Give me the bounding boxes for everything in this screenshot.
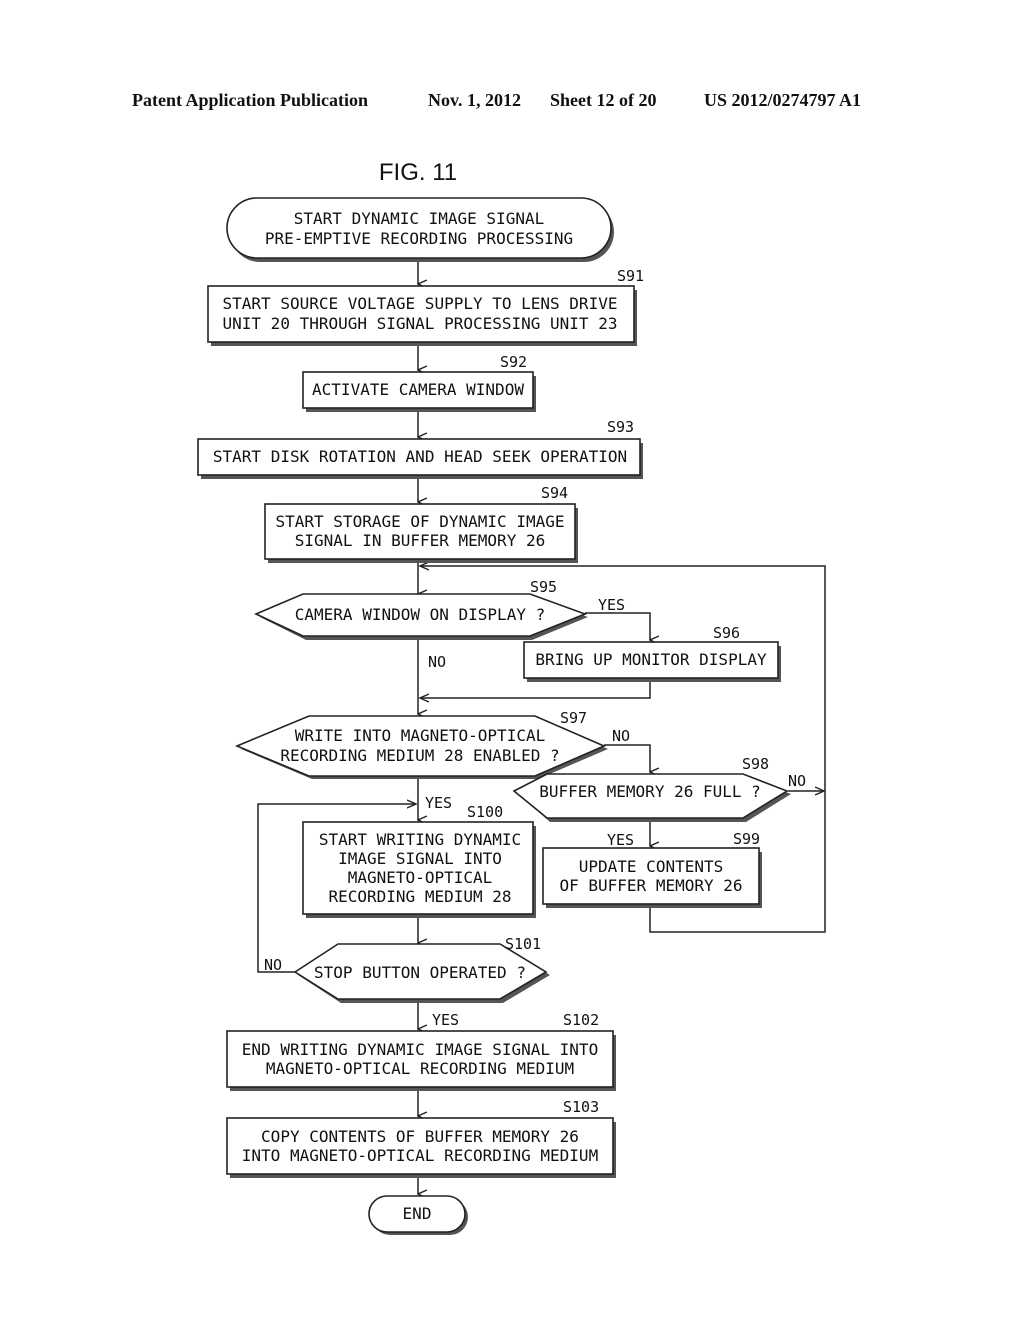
node-s91: S91 START SOURCE VOLTAGE SUPPLY TO LENS … (207, 267, 644, 346)
node-s99-line-2: OF BUFFER MEMORY 26 (559, 876, 742, 895)
flowchart: FIG. 11 START DYNAMIC IMAGE SIGNAL PRE-E… (197, 159, 826, 1235)
node-end-line-1: END (403, 1204, 432, 1223)
node-s96: S96 BRING UP MONITOR DISPLAY (523, 624, 781, 682)
node-s99: S99 UPDATE CONTENTS OF BUFFER MEMORY 26 (542, 830, 762, 908)
node-start-line-2: PRE-EMPTIVE RECORDING PROCESSING (265, 229, 573, 248)
node-s101-line-1: STOP BUTTON OPERATED ? (314, 963, 526, 982)
step-label-s91: S91 (617, 267, 644, 285)
node-s100-line-3: MAGNETO-OPTICAL (348, 868, 493, 887)
node-s103: S103 COPY CONTENTS OF BUFFER MEMORY 26 I… (226, 1098, 616, 1178)
step-label-s101: S101 (505, 935, 541, 953)
node-s102-line-1: END WRITING DYNAMIC IMAGE SIGNAL INTO (242, 1040, 598, 1059)
edge-label-s95-yes: YES (598, 596, 625, 614)
step-label-s97: S97 (560, 709, 587, 727)
edge-s96-merge (420, 680, 651, 698)
step-label-s99: S99 (733, 830, 760, 848)
edge-label-s101-yes: YES (432, 1011, 459, 1029)
step-label-s94: S94 (541, 484, 568, 502)
node-start: START DYNAMIC IMAGE SIGNAL PRE-EMPTIVE R… (226, 197, 614, 262)
node-s93-line-1: START DISK ROTATION AND HEAD SEEK OPERAT… (213, 447, 627, 466)
node-s92-line-1: ACTIVATE CAMERA WINDOW (312, 380, 524, 399)
step-label-s92: S92 (500, 353, 527, 371)
node-s103-line-2: INTO MAGNETO-OPTICAL RECORDING MEDIUM (242, 1146, 598, 1165)
node-s101: S101 STOP BUTTON OPERATED ? NO YES (264, 935, 550, 1029)
node-s102-line-2: MAGNETO-OPTICAL RECORDING MEDIUM (266, 1059, 574, 1078)
node-s91-line-1: START SOURCE VOLTAGE SUPPLY TO LENS DRIV… (223, 294, 618, 313)
step-label-s98: S98 (742, 755, 769, 773)
figure-title: FIG. 11 (379, 159, 457, 186)
edge-s95-yes (585, 612, 650, 640)
node-s100-line-1: START WRITING DYNAMIC (319, 830, 521, 849)
node-s94: S94 START STORAGE OF DYNAMIC IMAGE SIGNA… (264, 484, 578, 563)
step-label-s96: S96 (713, 624, 740, 642)
edge-s97-no (604, 744, 650, 772)
edge-label-s101-no: NO (264, 956, 282, 974)
step-label-s95: S95 (530, 578, 557, 596)
node-s97-line-1: WRITE INTO MAGNETO-OPTICAL (295, 726, 545, 745)
edge-label-s95-no: NO (428, 653, 446, 671)
node-s94-line-1: START STORAGE OF DYNAMIC IMAGE (276, 512, 565, 531)
edge-label-s98-yes: YES (607, 831, 634, 849)
edge-label-s97-no: NO (612, 727, 630, 745)
node-s97-line-2: RECORDING MEDIUM 28 ENABLED ? (280, 746, 559, 765)
node-s94-line-2: SIGNAL IN BUFFER MEMORY 26 (295, 531, 545, 550)
node-s100-line-4: RECORDING MEDIUM 28 (328, 887, 511, 906)
node-s92: S92 ACTIVATE CAMERA WINDOW (302, 353, 536, 412)
node-s103-line-1: COPY CONTENTS OF BUFFER MEMORY 26 (261, 1127, 579, 1146)
node-s99-line-1: UPDATE CONTENTS (579, 857, 724, 876)
edge-label-s98-no: NO (788, 772, 806, 790)
step-label-s93: S93 (607, 418, 634, 436)
node-s100-line-2: IMAGE SIGNAL INTO (338, 849, 502, 868)
node-s91-line-2: UNIT 20 THROUGH SIGNAL PROCESSING UNIT 2… (223, 314, 618, 333)
step-label-s102: S102 (563, 1011, 599, 1029)
node-s93: S93 START DISK ROTATION AND HEAD SEEK OP… (197, 418, 643, 479)
node-s98-line-1: BUFFER MEMORY 26 FULL ? (539, 782, 761, 801)
edge-label-s97-yes: YES (425, 794, 452, 812)
node-s96-line-1: BRING UP MONITOR DISPLAY (535, 650, 767, 669)
node-start-line-1: START DYNAMIC IMAGE SIGNAL (294, 209, 544, 228)
node-s102: S102 END WRITING DYNAMIC IMAGE SIGNAL IN… (226, 1011, 616, 1091)
node-s100: S100 START WRITING DYNAMIC IMAGE SIGNAL … (302, 803, 536, 918)
node-s95-line-1: CAMERA WINDOW ON DISPLAY ? (295, 605, 545, 624)
step-label-s100: S100 (467, 803, 503, 821)
node-end: END (368, 1195, 468, 1235)
step-label-s103: S103 (563, 1098, 599, 1116)
